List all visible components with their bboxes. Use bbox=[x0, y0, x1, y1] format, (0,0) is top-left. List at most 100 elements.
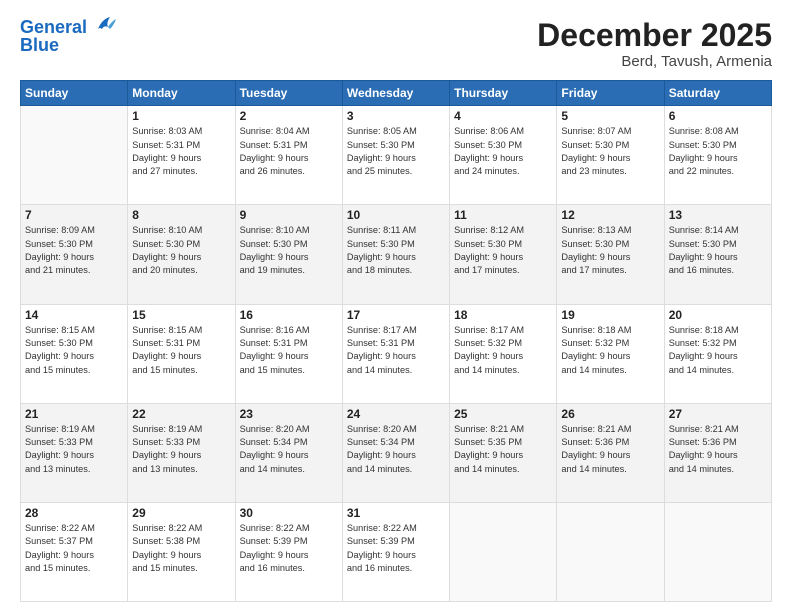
col-saturday: Saturday bbox=[664, 81, 771, 106]
day-info: Sunrise: 8:13 AM Sunset: 5:30 PM Dayligh… bbox=[561, 224, 659, 277]
table-row: 4 Sunrise: 8:06 AM Sunset: 5:30 PM Daylig… bbox=[450, 106, 557, 205]
day-number: 4 bbox=[454, 109, 552, 123]
day-info: Sunrise: 8:21 AM Sunset: 5:36 PM Dayligh… bbox=[561, 423, 659, 476]
day-info: Sunrise: 8:22 AM Sunset: 5:37 PM Dayligh… bbox=[25, 522, 123, 575]
day-info: Sunrise: 8:06 AM Sunset: 5:30 PM Dayligh… bbox=[454, 125, 552, 178]
table-row bbox=[21, 106, 128, 205]
day-info: Sunrise: 8:14 AM Sunset: 5:30 PM Dayligh… bbox=[669, 224, 767, 277]
col-tuesday: Tuesday bbox=[235, 81, 342, 106]
day-info: Sunrise: 8:08 AM Sunset: 5:30 PM Dayligh… bbox=[669, 125, 767, 178]
day-number: 6 bbox=[669, 109, 767, 123]
table-row: 22Sunrise: 8:19 AM Sunset: 5:33 PM Dayli… bbox=[128, 403, 235, 502]
day-number: 21 bbox=[25, 407, 123, 421]
day-number: 29 bbox=[132, 506, 230, 520]
table-row: 23Sunrise: 8:20 AM Sunset: 5:34 PM Dayli… bbox=[235, 403, 342, 502]
table-row bbox=[450, 502, 557, 601]
day-info: Sunrise: 8:16 AM Sunset: 5:31 PM Dayligh… bbox=[240, 324, 338, 377]
table-row: 19Sunrise: 8:18 AM Sunset: 5:32 PM Dayli… bbox=[557, 304, 664, 403]
table-row: 15 Sunrise: 8:15 AM Sunset: 5:31 PM Dayli… bbox=[128, 304, 235, 403]
day-number: 30 bbox=[240, 506, 338, 520]
page-title: December 2025 bbox=[537, 18, 772, 53]
day-number: 5 bbox=[561, 109, 659, 123]
day-info: Sunrise: 8:15 AM Sunset: 5:31 PM Dayligh… bbox=[132, 324, 230, 377]
calendar-week-row: 1Sunrise: 8:03 AM Sunset: 5:31 PM Daylig… bbox=[21, 106, 772, 205]
day-info: Sunrise: 8:09 AM Sunset: 5:30 PM Dayligh… bbox=[25, 224, 123, 277]
table-row: 9 Sunrise: 8:10 AM Sunset: 5:30 PM Daylig… bbox=[235, 205, 342, 304]
day-info: Sunrise: 8:10 AM Sunset: 5:30 PM Dayligh… bbox=[240, 224, 338, 277]
page-subtitle: Berd, Tavush, Armenia bbox=[537, 53, 772, 70]
day-info: Sunrise: 8:04 AM Sunset: 5:31 PM Dayligh… bbox=[240, 125, 338, 178]
day-number: 24 bbox=[347, 407, 445, 421]
day-number: 7 bbox=[25, 208, 123, 222]
day-info: Sunrise: 8:19 AM Sunset: 5:33 PM Dayligh… bbox=[25, 423, 123, 476]
table-row: 24 Sunrise: 8:20 AM Sunset: 5:34 PM Dayli… bbox=[342, 403, 449, 502]
table-row: 21 Sunrise: 8:19 AM Sunset: 5:33 PM Dayli… bbox=[21, 403, 128, 502]
day-number: 26 bbox=[561, 407, 659, 421]
table-row: 27 Sunrise: 8:21 AM Sunset: 5:36 PM Dayli… bbox=[664, 403, 771, 502]
table-row: 10Sunrise: 8:11 AM Sunset: 5:30 PM Dayli… bbox=[342, 205, 449, 304]
col-friday: Friday bbox=[557, 81, 664, 106]
day-info: Sunrise: 8:21 AM Sunset: 5:35 PM Dayligh… bbox=[454, 423, 552, 476]
day-number: 18 bbox=[454, 308, 552, 322]
day-info: Sunrise: 8:17 AM Sunset: 5:31 PM Dayligh… bbox=[347, 324, 445, 377]
day-number: 31 bbox=[347, 506, 445, 520]
day-number: 1 bbox=[132, 109, 230, 123]
col-sunday: Sunday bbox=[21, 81, 128, 106]
day-number: 15 bbox=[132, 308, 230, 322]
day-info: Sunrise: 8:18 AM Sunset: 5:32 PM Dayligh… bbox=[669, 324, 767, 377]
day-number: 8 bbox=[132, 208, 230, 222]
table-row: 3 Sunrise: 8:05 AM Sunset: 5:30 PM Daylig… bbox=[342, 106, 449, 205]
col-thursday: Thursday bbox=[450, 81, 557, 106]
day-info: Sunrise: 8:07 AM Sunset: 5:30 PM Dayligh… bbox=[561, 125, 659, 178]
day-info: Sunrise: 8:20 AM Sunset: 5:34 PM Dayligh… bbox=[240, 423, 338, 476]
table-row: 2 Sunrise: 8:04 AM Sunset: 5:31 PM Daylig… bbox=[235, 106, 342, 205]
day-number: 25 bbox=[454, 407, 552, 421]
day-number: 20 bbox=[669, 308, 767, 322]
col-monday: Monday bbox=[128, 81, 235, 106]
calendar-table: Sunday Monday Tuesday Wednesday Thursday… bbox=[20, 80, 772, 602]
table-row: 28 Sunrise: 8:22 AM Sunset: 5:37 PM Dayli… bbox=[21, 502, 128, 601]
table-row: 16 Sunrise: 8:16 AM Sunset: 5:31 PM Dayli… bbox=[235, 304, 342, 403]
day-info: Sunrise: 8:22 AM Sunset: 5:39 PM Dayligh… bbox=[347, 522, 445, 575]
day-info: Sunrise: 8:15 AM Sunset: 5:30 PM Dayligh… bbox=[25, 324, 123, 377]
calendar-header-row: Sunday Monday Tuesday Wednesday Thursday… bbox=[21, 81, 772, 106]
day-info: Sunrise: 8:19 AM Sunset: 5:33 PM Dayligh… bbox=[132, 423, 230, 476]
page: General Blue December 2025 Berd, Tavush,… bbox=[0, 0, 792, 612]
col-wednesday: Wednesday bbox=[342, 81, 449, 106]
day-number: 19 bbox=[561, 308, 659, 322]
day-info: Sunrise: 8:17 AM Sunset: 5:32 PM Dayligh… bbox=[454, 324, 552, 377]
day-info: Sunrise: 8:22 AM Sunset: 5:39 PM Dayligh… bbox=[240, 522, 338, 575]
day-number: 10 bbox=[347, 208, 445, 222]
day-info: Sunrise: 8:20 AM Sunset: 5:34 PM Dayligh… bbox=[347, 423, 445, 476]
day-number: 17 bbox=[347, 308, 445, 322]
table-row: 12 Sunrise: 8:13 AM Sunset: 5:30 PM Dayli… bbox=[557, 205, 664, 304]
table-row: 30 Sunrise: 8:22 AM Sunset: 5:39 PM Dayli… bbox=[235, 502, 342, 601]
day-number: 14 bbox=[25, 308, 123, 322]
day-number: 2 bbox=[240, 109, 338, 123]
day-number: 3 bbox=[347, 109, 445, 123]
day-number: 12 bbox=[561, 208, 659, 222]
calendar-week-row: 28 Sunrise: 8:22 AM Sunset: 5:37 PM Dayli… bbox=[21, 502, 772, 601]
table-row: 8 Sunrise: 8:10 AM Sunset: 5:30 PM Daylig… bbox=[128, 205, 235, 304]
table-row: 17 Sunrise: 8:17 AM Sunset: 5:31 PM Dayli… bbox=[342, 304, 449, 403]
day-info: Sunrise: 8:21 AM Sunset: 5:36 PM Dayligh… bbox=[669, 423, 767, 476]
table-row: 31 Sunrise: 8:22 AM Sunset: 5:39 PM Dayli… bbox=[342, 502, 449, 601]
logo: General Blue bbox=[20, 18, 116, 54]
table-row: 1Sunrise: 8:03 AM Sunset: 5:31 PM Daylig… bbox=[128, 106, 235, 205]
day-number: 27 bbox=[669, 407, 767, 421]
day-info: Sunrise: 8:05 AM Sunset: 5:30 PM Dayligh… bbox=[347, 125, 445, 178]
table-row: 25 Sunrise: 8:21 AM Sunset: 5:35 PM Dayli… bbox=[450, 403, 557, 502]
table-row: 13Sunrise: 8:14 AM Sunset: 5:30 PM Dayli… bbox=[664, 205, 771, 304]
calendar-week-row: 7 Sunrise: 8:09 AM Sunset: 5:30 PM Daylig… bbox=[21, 205, 772, 304]
table-row: 26 Sunrise: 8:21 AM Sunset: 5:36 PM Dayli… bbox=[557, 403, 664, 502]
day-number: 28 bbox=[25, 506, 123, 520]
table-row: 18 Sunrise: 8:17 AM Sunset: 5:32 PM Dayli… bbox=[450, 304, 557, 403]
day-number: 9 bbox=[240, 208, 338, 222]
header: General Blue December 2025 Berd, Tavush,… bbox=[20, 18, 772, 70]
table-row: 6 Sunrise: 8:08 AM Sunset: 5:30 PM Daylig… bbox=[664, 106, 771, 205]
table-row: 20 Sunrise: 8:18 AM Sunset: 5:32 PM Dayli… bbox=[664, 304, 771, 403]
day-info: Sunrise: 8:10 AM Sunset: 5:30 PM Dayligh… bbox=[132, 224, 230, 277]
day-number: 16 bbox=[240, 308, 338, 322]
calendar-week-row: 21 Sunrise: 8:19 AM Sunset: 5:33 PM Dayli… bbox=[21, 403, 772, 502]
title-block: December 2025 Berd, Tavush, Armenia bbox=[537, 18, 772, 70]
